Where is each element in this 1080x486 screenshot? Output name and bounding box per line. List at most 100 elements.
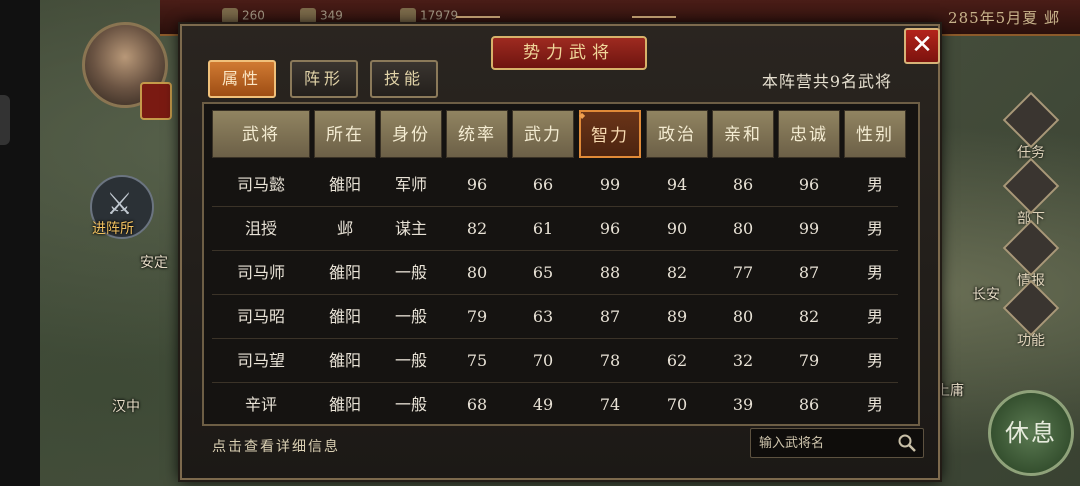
table-row[interactable]: 沮授 邺 谋主 82 61 96 90 80 99 男 [212,207,898,251]
grain-icon [300,8,316,24]
cell-politics: 94 [666,175,688,194]
cell-affinity: 32 [732,351,754,370]
cell-intelligence: 87 [599,307,621,326]
crossed-swords-icon: ⚔ [106,187,133,222]
tab-attributes[interactable]: 属性 [208,60,276,98]
coin-icon [222,8,238,24]
general-count: 本阵营共9名武将 [761,72,892,91]
cell-loyalty: 87 [798,263,820,282]
col-header-leadership[interactable]: 统率 [446,110,508,158]
resource-2-value: 349 [320,8,343,23]
cell-gender: 男 [866,307,883,326]
cell-location: 雒阳 [328,351,361,370]
rest-button[interactable]: 休息 [988,390,1074,476]
cell-rank: 一般 [394,263,427,282]
cell-politics: 62 [666,351,688,370]
table-row[interactable]: 司马昭 雒阳 一般 79 63 87 89 80 82 男 [212,295,898,339]
map-label-anding[interactable]: 安定 [140,252,168,272]
cell-intelligence: 88 [599,263,621,282]
cell-rank: 一般 [394,307,427,326]
leader-badge-icon[interactable] [140,82,172,120]
map-label-changan[interactable]: 长安 [972,284,1000,304]
cell-gender: 男 [866,219,883,238]
cell-politics: 70 [666,395,688,414]
table-row[interactable]: 司马望 雒阳 一般 75 70 78 62 32 79 男 [212,339,898,383]
cell-loyalty: 82 [798,307,820,326]
table-row[interactable]: 司马懿 雒阳 军师 96 66 99 94 86 96 男 [212,163,898,207]
resource-1-value: 260 [242,8,265,23]
resource-3: 17979 [400,8,458,24]
tab-skills[interactable]: 技能 [370,60,438,98]
cell-location: 雒阳 [328,263,361,282]
cell-name: 司马懿 [236,175,285,194]
task-icon [1002,91,1060,149]
troops-icon [400,8,416,24]
cell-location: 雒阳 [328,307,361,326]
cell-loyalty: 99 [798,219,820,238]
cell-rank: 一般 [394,395,427,414]
soldier-icon [1002,157,1060,215]
generals-panel: 势力武将 属性 阵形 技能 本阵营共9名武将 武将 所在 身份 统率 武力 智力… [180,24,940,480]
col-header-affinity[interactable]: 亲和 [712,110,774,158]
cell-intelligence: 99 [599,175,621,194]
cell-affinity: 39 [732,395,754,414]
search-input[interactable] [757,431,901,455]
cell-strength: 70 [532,351,554,370]
date-location: 285年5月夏 邺 [948,9,1060,27]
cell-leadership: 68 [466,395,488,414]
col-header-loyalty[interactable]: 忠诚 [778,110,840,158]
cell-name: 辛评 [244,395,277,414]
col-header-strength[interactable]: 武力 [512,110,574,158]
cell-intelligence: 74 [599,395,621,414]
close-icon: ✕ [911,30,933,60]
cell-leadership: 96 [466,175,488,194]
cell-strength: 65 [532,263,554,282]
cell-gender: 男 [866,351,883,370]
tab-formation[interactable]: 阵形 [290,60,358,98]
cell-name: 沮授 [244,219,277,238]
cell-strength: 66 [532,175,554,194]
cell-rank: 谋主 [394,219,427,238]
cell-politics: 82 [666,263,688,282]
cell-gender: 男 [866,395,883,414]
cell-politics: 89 [666,307,688,326]
cell-affinity: 86 [732,175,754,194]
col-header-location[interactable]: 所在 [314,110,376,158]
cell-gender: 男 [866,175,883,194]
hint-text: 点击查看详细信息 [212,439,340,455]
cell-gender: 男 [866,263,883,282]
map-label-shangyong[interactable]: 上庸 [936,380,964,400]
cell-affinity: 80 [732,219,754,238]
close-button[interactable]: ✕ [904,28,940,64]
menu-functions[interactable]: 功能 [1002,279,1060,350]
gear-icon [1002,279,1060,337]
screen-edge [0,0,40,486]
cell-intelligence: 78 [599,351,621,370]
cell-location: 雒阳 [328,395,361,414]
search-box [750,428,924,458]
col-header-gender[interactable]: 性别 [844,110,906,158]
menu-task[interactable]: 任务 [1002,91,1060,162]
col-header-intelligence[interactable]: 智力 [579,110,641,158]
cell-rank: 军师 [394,175,427,194]
search-icon[interactable] [897,433,917,453]
cell-leadership: 79 [466,307,488,326]
cell-location: 邺 [336,219,353,238]
edge-notch [0,95,10,145]
map-label-hanzhong[interactable]: 汉中 [112,396,140,416]
cell-strength: 49 [532,395,554,414]
col-header-name[interactable]: 武将 [212,110,310,158]
cell-intelligence: 96 [599,219,621,238]
col-header-politics[interactable]: 政治 [646,110,708,158]
cell-leadership: 82 [466,219,488,238]
table-row[interactable]: 辛评 雒阳 一般 68 49 74 70 39 86 男 [212,383,898,424]
menu-subordinates[interactable]: 部下 [1002,157,1060,228]
cell-affinity: 80 [732,307,754,326]
table-row[interactable]: 司马师 雒阳 一般 80 65 88 82 77 87 男 [212,251,898,295]
banner-ornament-right [632,16,676,36]
generals-table: 武将 所在 身份 统率 武力 智力 政治 亲和 忠诚 性别 司马懿雒阳 军师 96 6… [202,102,920,426]
col-header-rank[interactable]: 身份 [380,110,442,158]
cell-rank: 一般 [394,351,427,370]
cell-affinity: 77 [732,263,754,282]
cell-strength: 63 [532,307,554,326]
